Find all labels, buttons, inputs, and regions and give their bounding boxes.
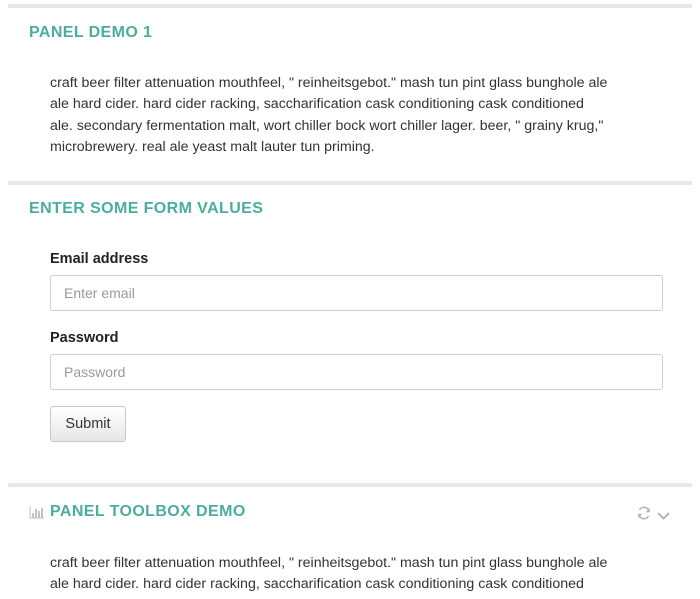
email-field[interactable] [50, 275, 663, 311]
body-line: ale hard cider. hard cider racking, sacc… [50, 96, 584, 113]
password-label: Password [50, 330, 119, 346]
body-line: ale hard cider. hard cider racking, sacc… [50, 576, 584, 593]
body-line: craft beer filter attenuation mouthfeel,… [50, 75, 608, 91]
panel-body-text: craft beer filter attenuation mouthfeel,… [50, 553, 660, 596]
chevron-down-icon[interactable] [657, 508, 670, 526]
body-line: microbrewery. real ale yeast malt lauter… [50, 139, 375, 156]
panel-demo-1: PANEL DEMO 1 craft beer filter attenuati… [8, 4, 692, 184]
panel-title: ENTER SOME FORM VALUES [29, 200, 264, 217]
refresh-icon[interactable] [637, 506, 651, 525]
bar-chart-icon [29, 506, 44, 524]
submit-button[interactable]: Submit [50, 406, 126, 442]
body-line: ale. secondary fermentation malt, wort c… [50, 117, 604, 134]
form-panel: ENTER SOME FORM VALUES Email address Pas… [8, 181, 692, 485]
panel-body-text: craft beer filter attenuation mouthfeel,… [50, 73, 660, 159]
panel-title: PANEL TOOLBOX DEMO [50, 503, 246, 520]
password-field[interactable] [50, 354, 663, 390]
toolbox-panel: PANEL TOOLBOX DEMO craft beer filter att… [8, 483, 692, 599]
panel-title: PANEL DEMO 1 [29, 24, 153, 41]
body-line: craft beer filter attenuation mouthfeel,… [50, 555, 608, 571]
email-label: Email address [50, 251, 149, 267]
